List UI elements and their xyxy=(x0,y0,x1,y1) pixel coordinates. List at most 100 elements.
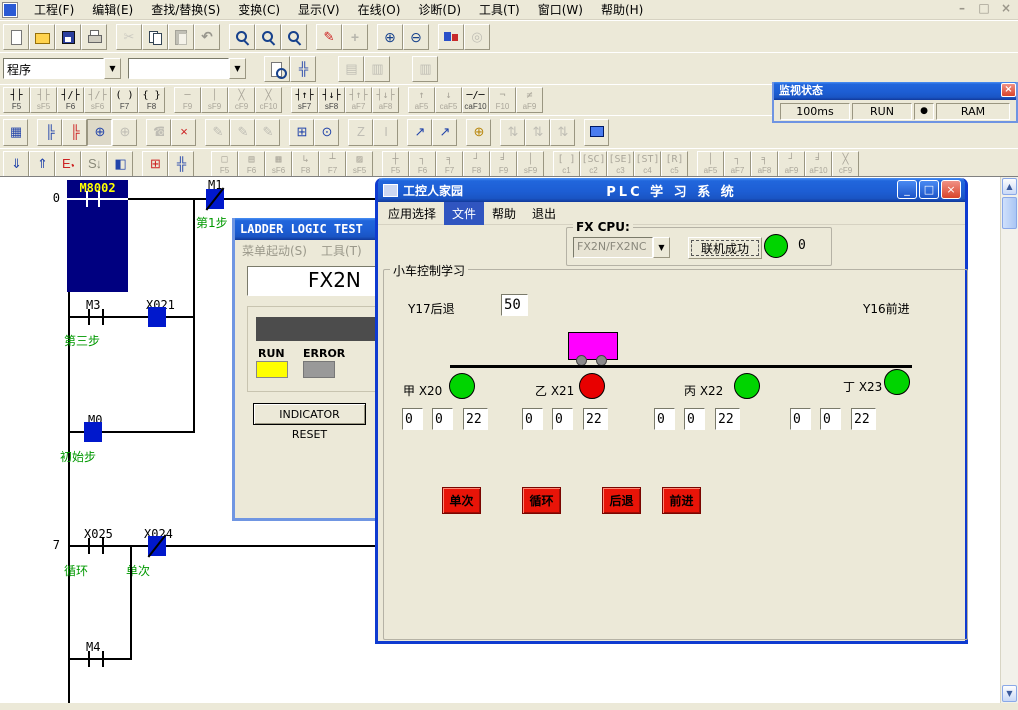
chevron-down-icon[interactable]: ▼ xyxy=(104,58,121,79)
sort-a-button[interactable]: ⇅ xyxy=(500,119,525,146)
dialog-menu-item[interactable]: 帮助 xyxy=(484,202,524,225)
m1-closed-contact-energized[interactable] xyxy=(206,189,224,209)
vertical-scrollbar[interactable]: ▲ ▼ xyxy=(1000,177,1018,703)
paste-button[interactable] xyxy=(168,24,194,50)
sfc-fkey-button[interactable]: ┘ aF9 xyxy=(778,151,805,177)
closed-contact-key[interactable]: ┤/├ F6 xyxy=(57,87,84,113)
parameter-check-button[interactable] xyxy=(264,56,290,82)
close-icon[interactable]: × xyxy=(1001,83,1016,97)
sfc-fkey-button[interactable]: ▦ sF6 xyxy=(265,151,292,177)
open-window2-button[interactable]: ↗ xyxy=(432,119,457,146)
zoom-out-button[interactable] xyxy=(403,24,429,50)
indicator-reset-button[interactable]: INDICATOR RESET xyxy=(253,403,366,425)
edit-a-button[interactable]: ✎ xyxy=(205,119,230,146)
project-tree2-button[interactable]: ╠ xyxy=(62,119,87,146)
invert-key[interactable]: ─/─ caF10 xyxy=(462,87,489,113)
menu-item[interactable]: 编辑(E) xyxy=(83,0,142,20)
scroll-up-icon[interactable]: ▲ xyxy=(1002,178,1017,195)
find-instruction-button[interactable] xyxy=(255,24,281,50)
h-line-key[interactable]: ─ F9 xyxy=(174,87,201,113)
sfc-fkey-button[interactable]: ╛ aF10 xyxy=(805,151,832,177)
test-window-titlebar[interactable]: LADDER LOGIC TEST xyxy=(235,218,381,240)
sfc-fkey-button[interactable]: ┼ F5 xyxy=(382,151,409,177)
sfc-fkey-button[interactable]: ↳ F8 xyxy=(292,151,319,177)
sfc-fkey-button[interactable]: □ F5 xyxy=(211,151,238,177)
sfc-fkey-button[interactable]: [ST] c4 xyxy=(634,151,661,177)
device-test-button[interactable]: ⊞ xyxy=(142,151,168,177)
device-memory-button[interactable]: ▥ xyxy=(364,56,390,82)
menu-item[interactable]: 变换(C) xyxy=(229,0,289,20)
new-file-button[interactable] xyxy=(3,24,29,50)
coil-key[interactable]: ( ) F7 xyxy=(111,87,138,113)
delete-v-line-key[interactable]: ╳ cF10 xyxy=(255,87,282,113)
ladder-monitor-button[interactable] xyxy=(584,119,609,146)
sfc-fkey-button[interactable]: ┐ aF7 xyxy=(724,151,751,177)
monitor-titlebar[interactable]: 监视状态 × xyxy=(774,82,1016,100)
sfc-fkey-button[interactable]: [R] c5 xyxy=(661,151,688,177)
cart-control-button[interactable]: 循环 xyxy=(522,487,561,514)
dialog-menu-item[interactable]: 应用选择 xyxy=(380,202,444,225)
station-limit-input[interactable] xyxy=(463,408,488,430)
find-monitor-button[interactable]: ⊕ xyxy=(87,119,112,146)
m0-contact-energized[interactable] xyxy=(84,422,102,442)
v-line-key[interactable]: │ sF9 xyxy=(201,87,228,113)
menu-item[interactable]: 工具(T) xyxy=(470,0,529,20)
phone-line-button[interactable]: ☎ xyxy=(146,119,171,146)
online-change-button[interactable] xyxy=(464,24,490,50)
remove-device-button[interactable]: × xyxy=(171,119,196,146)
edit-c-button[interactable]: ✎ xyxy=(255,119,280,146)
sfc-fkey-button[interactable]: ▨ sF5 xyxy=(346,151,373,177)
x024-closed-contact-energized[interactable] xyxy=(148,536,166,556)
close-icon[interactable]: × xyxy=(998,1,1014,15)
sfc-fkey-button[interactable]: ╛ F9 xyxy=(490,151,517,177)
read-from-plc-button[interactable]: ⇑ xyxy=(29,151,55,177)
entry-monitor-button[interactable]: ⊙ xyxy=(314,119,339,146)
dialog-menu-item[interactable]: 退出 xyxy=(524,202,564,225)
compare-key[interactable]: ≠ aF9 xyxy=(516,87,543,113)
station-value-input[interactable] xyxy=(522,408,543,430)
open-contact-key[interactable]: ┤├ F5 xyxy=(3,87,30,113)
zoom-in-button[interactable] xyxy=(377,24,403,50)
sort-c-button[interactable]: ⇅ xyxy=(550,119,575,146)
sfc-fkey-button[interactable]: ▤ F6 xyxy=(238,151,265,177)
station-limit-input[interactable] xyxy=(851,408,876,430)
menu-item[interactable]: 窗口(W) xyxy=(529,0,592,20)
dialog-menu-item[interactable]: 文件 xyxy=(444,202,484,225)
save-button[interactable] xyxy=(55,24,81,50)
instruction-key[interactable]: { } F8 xyxy=(138,87,165,113)
project-tree-button[interactable]: ╠ xyxy=(37,119,62,146)
menu-start-item[interactable]: 菜单起动(S) xyxy=(242,242,307,259)
branch-key[interactable]: ¬ F10 xyxy=(489,87,516,113)
edit-b-button[interactable]: ✎ xyxy=(230,119,255,146)
project-tree-button[interactable]: ╬ xyxy=(290,56,316,82)
partial-execute-button[interactable]: ◧ xyxy=(107,151,133,177)
find-contact-coil-button[interactable] xyxy=(281,24,307,50)
station-value-input[interactable] xyxy=(432,408,453,430)
menu-item[interactable]: 查找/替换(S) xyxy=(142,0,229,20)
template-button[interactable]: ▥ xyxy=(412,56,438,82)
print-button[interactable] xyxy=(81,24,107,50)
sfc-fkey-button[interactable]: [SC] c2 xyxy=(580,151,607,177)
menu-item[interactable]: 诊断(D) xyxy=(409,0,470,20)
write-to-plc-button[interactable]: ⇓ xyxy=(3,151,29,177)
cart-control-button[interactable]: 后退 xyxy=(602,487,641,514)
parallel-rising-key[interactable]: ┤↑├ aF7 xyxy=(345,87,372,113)
station-limit-input[interactable] xyxy=(583,408,608,430)
sfc-fkey-button[interactable]: ┘ F8 xyxy=(463,151,490,177)
sfc-fkey-button[interactable]: │ sF9 xyxy=(517,151,544,177)
station-value-input[interactable] xyxy=(684,408,705,430)
write-mode-button[interactable] xyxy=(316,24,342,50)
down-key[interactable]: ↓ caF5 xyxy=(435,87,462,113)
station-value-input[interactable] xyxy=(402,408,423,430)
sfc-fkey-button[interactable]: [SE] c3 xyxy=(607,151,634,177)
sort-b-button[interactable]: ⇅ xyxy=(525,119,550,146)
delete-h-line-key[interactable]: ╳ cF9 xyxy=(228,87,255,113)
station-value-input[interactable] xyxy=(654,408,675,430)
open-file-button[interactable] xyxy=(29,24,55,50)
find-monitor2-button[interactable]: ⊕ xyxy=(112,119,137,146)
sfc-fkey-button[interactable]: ╕ F7 xyxy=(436,151,463,177)
minimize-icon[interactable]: _ xyxy=(897,180,917,199)
plc-window-titlebar[interactable]: 工控人家园 PLC 学 习 系 统 _ □ × xyxy=(378,178,965,202)
data-name-combobox[interactable]: ▼ xyxy=(128,58,246,79)
program-type-combobox[interactable]: 程序 ▼ xyxy=(3,58,121,79)
